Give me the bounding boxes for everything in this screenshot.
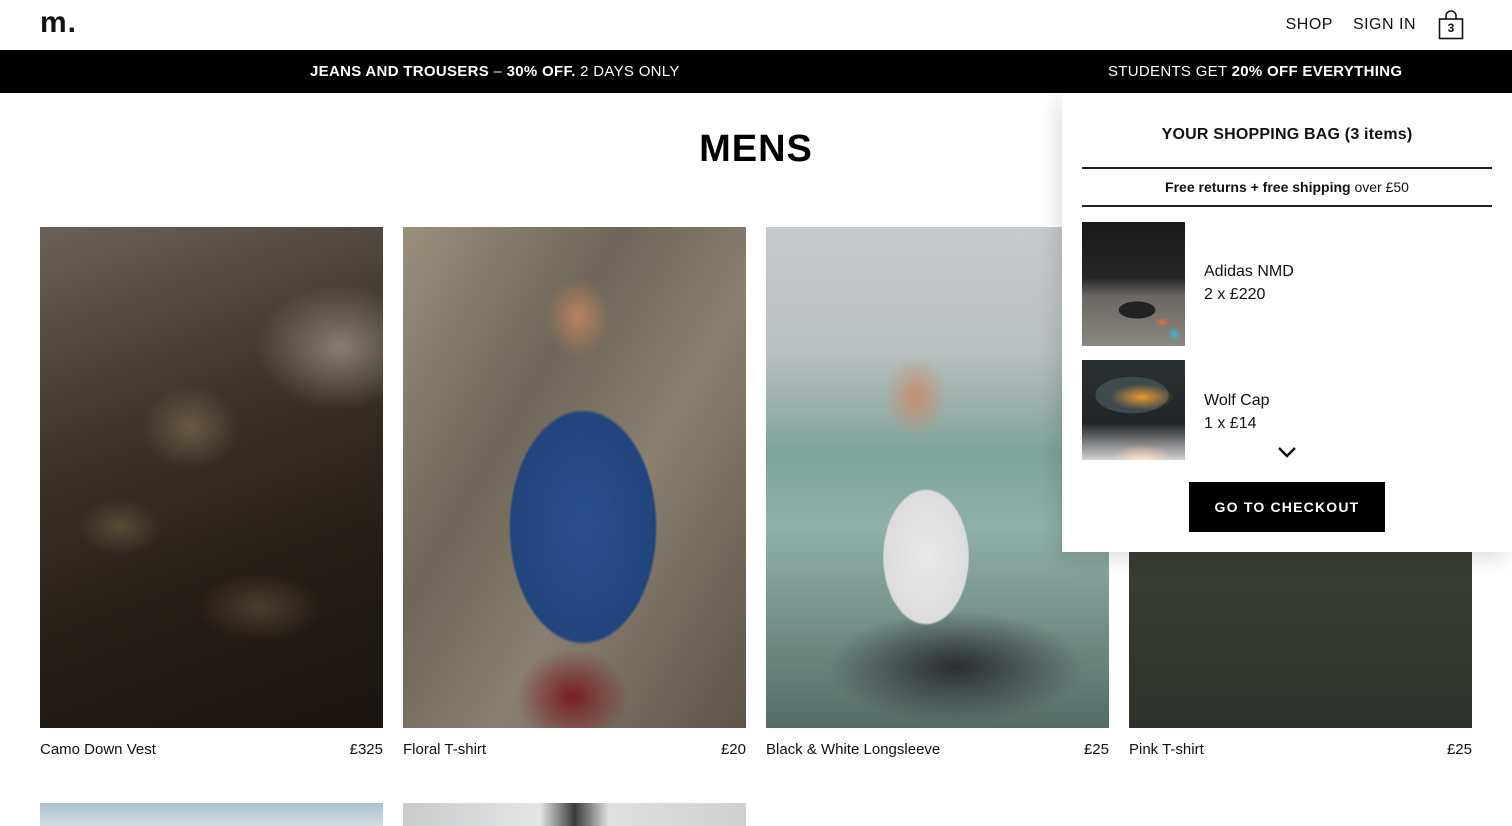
product-image[interactable] xyxy=(766,227,1109,728)
product-name[interactable]: Camo Down Vest xyxy=(40,741,156,758)
chevron-down-icon[interactable] xyxy=(1277,445,1297,459)
nav-sign-in-link[interactable]: SIGN IN xyxy=(1353,16,1416,34)
bag-item-name[interactable]: Wolf Cap xyxy=(1204,392,1270,410)
main-nav: SHOP SIGN IN 3 xyxy=(1286,0,1464,50)
bag-title: YOUR SHOPPING BAG (3 items) xyxy=(1161,126,1413,143)
bag-item-name[interactable]: Adidas NMD xyxy=(1204,263,1294,281)
bag-item[interactable]: Adidas NMD 2 x £220 xyxy=(1082,222,1492,346)
checkout-button[interactable]: GO TO CHECKOUT xyxy=(1189,482,1385,532)
site-logo[interactable]: m. xyxy=(40,6,77,40)
bag-item-qty: 2 x £220 xyxy=(1204,286,1266,303)
product-card[interactable] xyxy=(403,803,746,826)
promo-students-offer: 20% OFF EVERYTHING xyxy=(1231,63,1403,80)
site-header: m. SHOP SIGN IN 3 xyxy=(0,0,1512,50)
product-info: Camo Down Vest £325 xyxy=(40,741,383,758)
promo-jeans-duration: 2 DAYS ONLY xyxy=(575,63,680,80)
product-info: Black & White Longsleeve £25 xyxy=(766,741,1109,758)
shopping-bag-button[interactable]: 3 xyxy=(1438,10,1464,40)
product-name[interactable]: Pink T-shirt xyxy=(1129,741,1204,758)
product-name[interactable]: Black & White Longsleeve xyxy=(766,741,940,758)
promo-jeans-offer: 30% OFF. xyxy=(506,63,576,80)
product-name[interactable]: Floral T-shirt xyxy=(403,741,486,758)
product-price: £25 xyxy=(1083,741,1109,758)
product-card[interactable] xyxy=(40,803,383,826)
promo-jeans-title: JEANS AND TROUSERS xyxy=(310,63,490,80)
product-price: £25 xyxy=(1446,741,1472,758)
promo-bar: JEANS AND TROUSERS – 30% OFF. 2 DAYS ONL… xyxy=(0,50,1512,93)
bag-divider-top xyxy=(1082,167,1492,169)
product-price: £20 xyxy=(720,741,746,758)
bag-shipping-rest: over £50 xyxy=(1350,179,1409,195)
bag-divider-bottom xyxy=(1082,205,1492,207)
product-price: £325 xyxy=(349,741,383,758)
promo-students[interactable]: STUDENTS GET 20% OFF EVERYTHING xyxy=(1108,63,1402,80)
bag-count-badge: 3 xyxy=(1447,21,1455,35)
promo-jeans-dash: – xyxy=(489,63,507,80)
product-info: Floral T-shirt £20 xyxy=(403,741,746,758)
product-image[interactable] xyxy=(40,227,383,728)
promo-students-lead: STUDENTS GET xyxy=(1108,63,1232,80)
shopping-bag-dropdown: YOUR SHOPPING BAG (3 items) Free returns… xyxy=(1062,93,1512,552)
nav-shop-link[interactable]: SHOP xyxy=(1286,16,1333,34)
product-image[interactable] xyxy=(403,803,746,826)
product-image[interactable] xyxy=(40,803,383,826)
promo-jeans[interactable]: JEANS AND TROUSERS – 30% OFF. 2 DAYS ONL… xyxy=(310,63,680,80)
product-info: Pink T-shirt £25 xyxy=(1129,741,1472,758)
bag-shipping-bold: Free returns + free shipping xyxy=(1165,179,1351,195)
product-image[interactable] xyxy=(403,227,746,728)
bag-item-image[interactable] xyxy=(1082,222,1185,346)
bag-shipping-note: Free returns + free shipping over £50 xyxy=(1062,179,1512,195)
